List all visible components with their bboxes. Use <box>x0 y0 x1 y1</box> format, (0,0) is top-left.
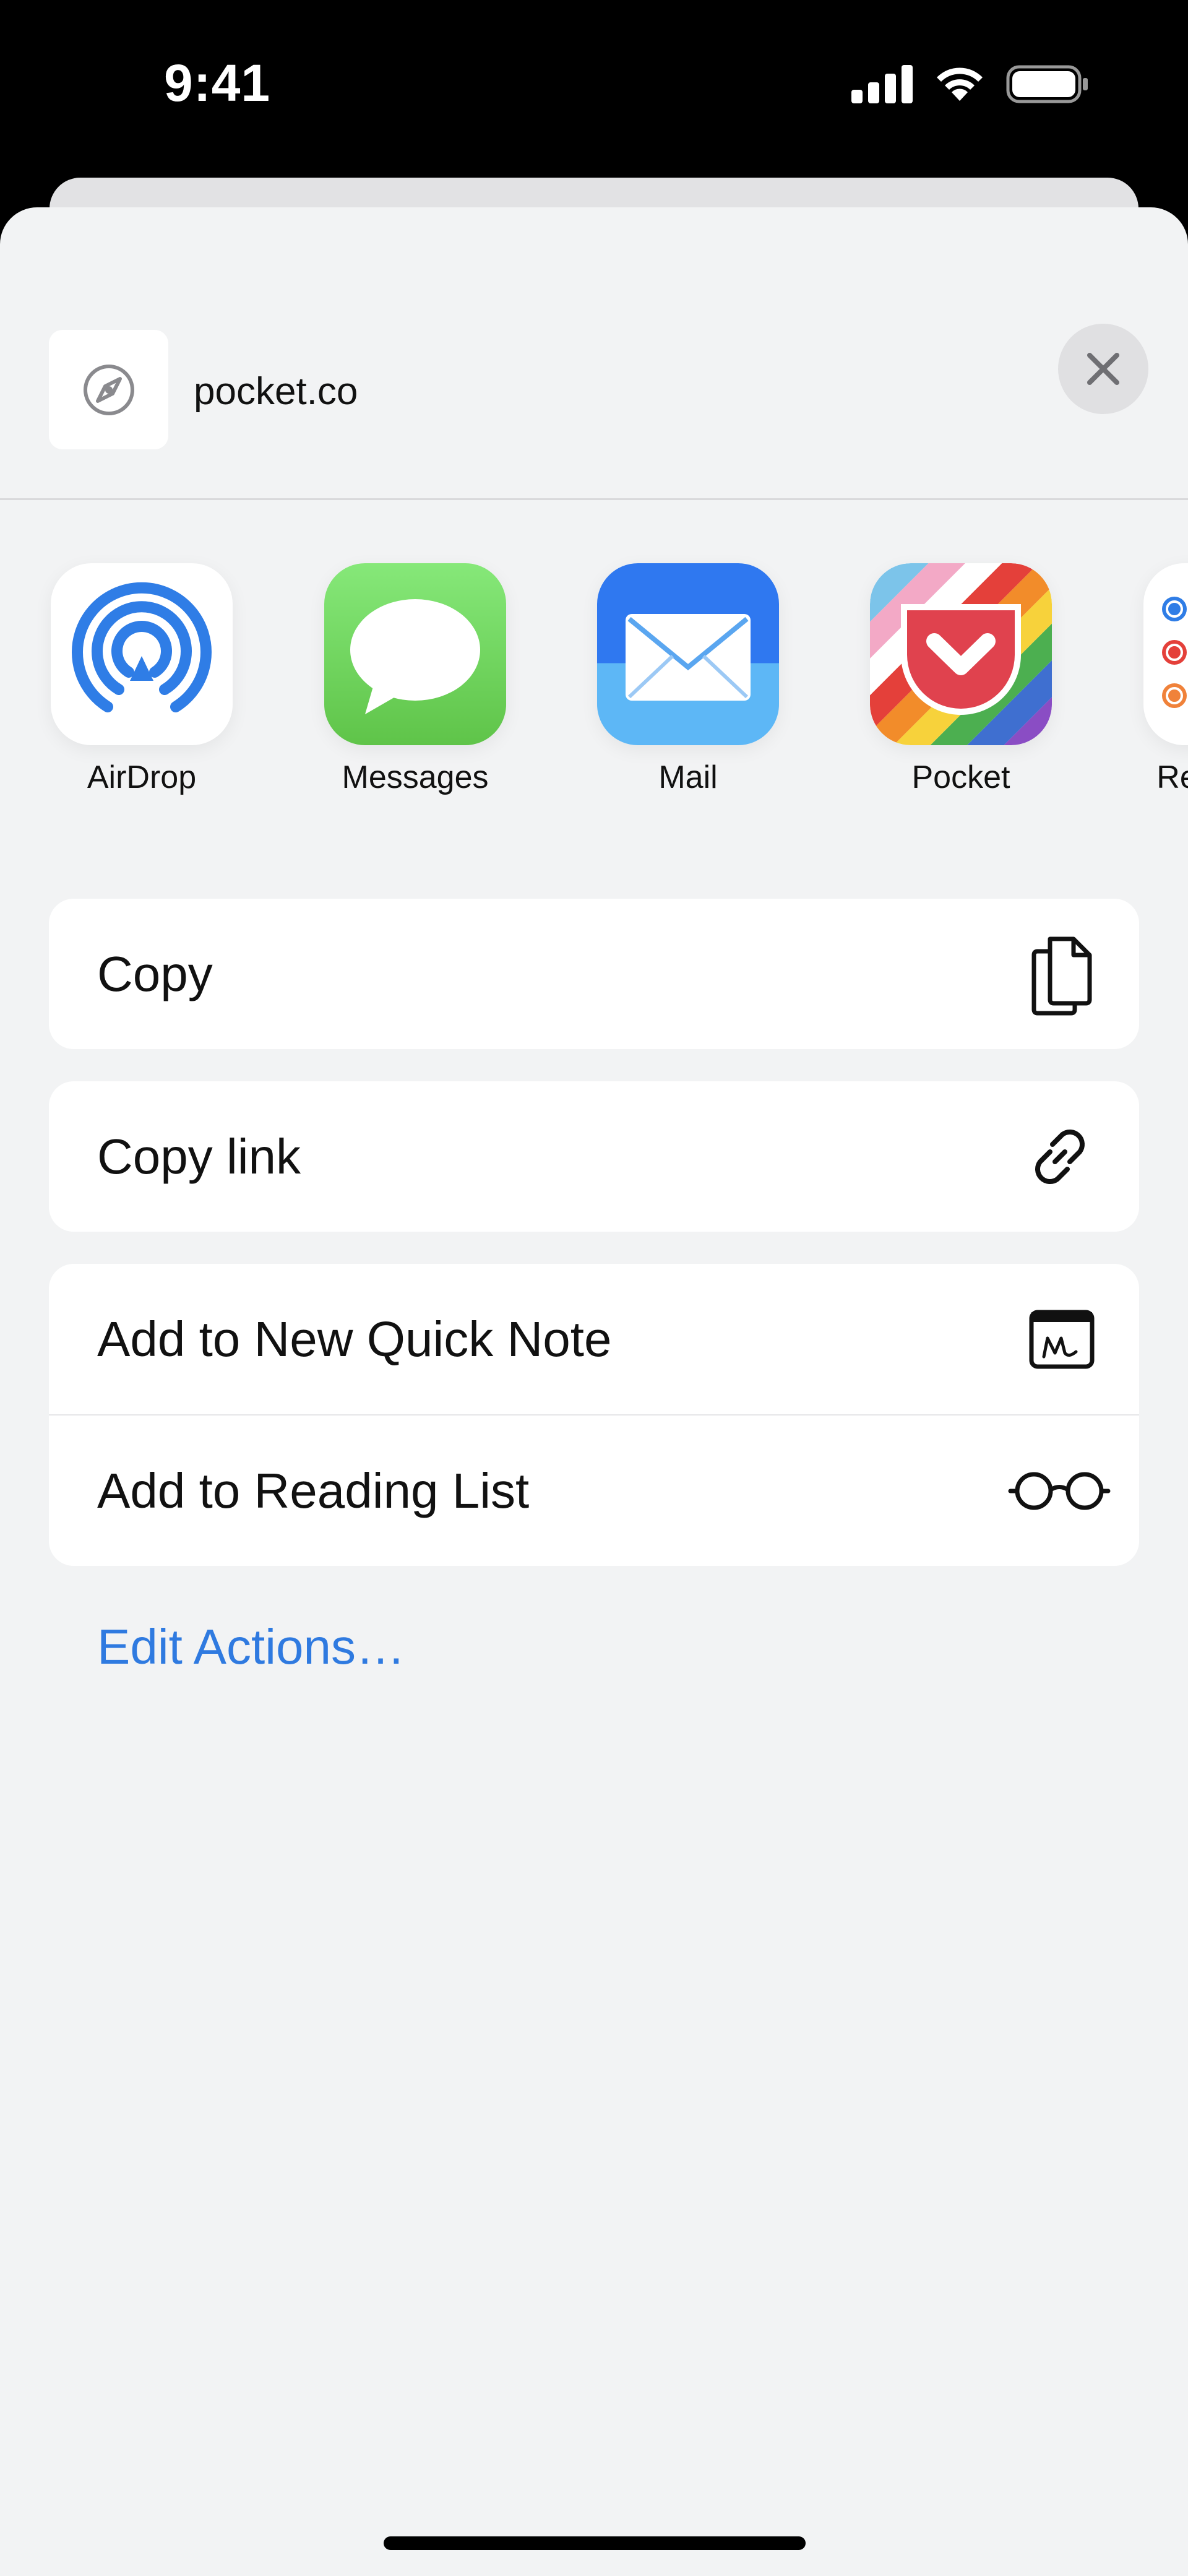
share-targets-row: AirDrop Messages Mail Pocket R <box>0 563 1188 848</box>
link-icon <box>1024 1121 1096 1193</box>
status-bar: 9:41 <box>0 0 1188 179</box>
copy-action[interactable]: Copy <box>49 899 1139 1049</box>
quick-note-action-label: Add to New Quick Note <box>97 1311 612 1367</box>
link-title: pocket.co <box>194 370 358 413</box>
header-divider <box>0 498 1188 500</box>
share-target-airdrop[interactable]: AirDrop <box>49 563 235 796</box>
action-group-notes: Add to New Quick Note Add to Reading Lis… <box>49 1264 1139 1566</box>
pocket-icon <box>870 563 1052 745</box>
copy-icon <box>1028 933 1096 1016</box>
share-sheet-header: pocket.co <box>0 207 1188 498</box>
share-target-label: AirDrop <box>87 759 197 795</box>
reading-list-action-label: Add to Reading List <box>97 1463 530 1518</box>
action-group-copy-link: Copy link <box>49 1081 1139 1232</box>
status-icons <box>851 65 1089 103</box>
link-thumbnail <box>49 330 168 449</box>
close-icon <box>1087 353 1119 385</box>
home-indicator[interactable] <box>384 2536 806 2550</box>
quick-note-action[interactable]: Add to New Quick Note <box>49 1264 1139 1414</box>
glasses-icon <box>1008 1469 1111 1513</box>
quick-note-icon <box>1028 1308 1096 1370</box>
messages-icon <box>324 563 506 745</box>
status-time: 9:41 <box>164 54 271 112</box>
share-target-messages[interactable]: Messages <box>322 563 508 796</box>
mail-icon <box>597 563 779 745</box>
close-button[interactable] <box>1058 324 1148 414</box>
compass-icon <box>83 364 134 415</box>
share-target-reminders[interactable]: Reminders <box>1142 563 1188 796</box>
wifi-icon <box>937 67 983 101</box>
share-target-mail[interactable]: Mail <box>595 563 781 796</box>
reading-list-action[interactable]: Add to Reading List <box>49 1414 1139 1566</box>
airdrop-icon <box>51 563 233 745</box>
copy-link-action[interactable]: Copy link <box>49 1081 1139 1232</box>
copy-action-label: Copy <box>97 946 213 1001</box>
edit-actions-link[interactable]: Edit Actions… <box>97 1619 405 1675</box>
action-group-copy: Copy <box>49 899 1139 1049</box>
cellular-signal-icon <box>851 65 913 103</box>
reminders-icon <box>1143 563 1188 745</box>
share-target-label: Pocket <box>911 759 1010 795</box>
share-target-label: Reminders <box>1156 759 1188 795</box>
share-target-pocket[interactable]: Pocket <box>868 563 1054 796</box>
share-target-label: Messages <box>342 759 489 795</box>
battery-icon <box>1006 65 1088 103</box>
copy-link-action-label: Copy link <box>97 1128 301 1184</box>
share-sheet: pocket.co AirDrop Messages Mail Pocket R… <box>0 207 1188 2576</box>
share-target-label: Mail <box>658 759 718 795</box>
